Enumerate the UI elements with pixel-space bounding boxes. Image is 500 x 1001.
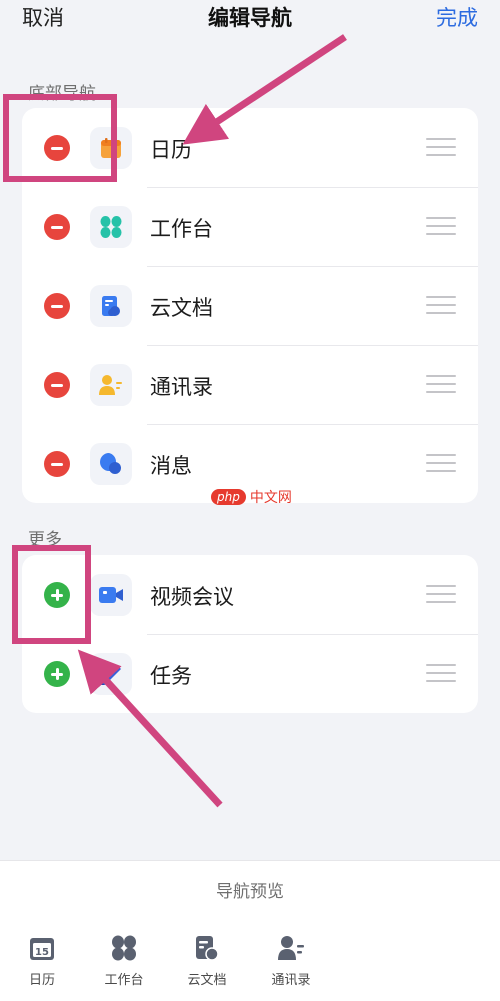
preview-tab-contacts[interactable]: 通讯录 (256, 933, 326, 988)
nav-item-contacts: 通讯录 (22, 345, 478, 424)
task-icon (90, 653, 132, 695)
preview-tab-label: 日历 (28, 973, 55, 988)
watermark: php 中文网 (211, 487, 292, 507)
page-title: 编辑导航 (208, 6, 292, 30)
preview-tab-label: 云文档 (187, 973, 227, 988)
nav-item-workbench: 工作台 (22, 187, 478, 266)
message-icon (90, 443, 132, 485)
preview-tab-label: 工作台 (104, 973, 144, 988)
remove-button[interactable] (44, 293, 70, 319)
nav-item-task: 任务 (22, 634, 478, 713)
calendar-icon: 15 (30, 938, 54, 960)
cloud-doc-icon (90, 285, 132, 327)
drag-handle-icon[interactable] (426, 217, 456, 235)
workbench-icon (90, 206, 132, 248)
drag-handle-icon[interactable] (426, 454, 456, 472)
remove-button[interactable] (44, 214, 70, 240)
bottom-nav-list: 日历 工作台 云文档 通讯录 消息 (22, 108, 478, 503)
preview-tab-calendar[interactable]: 15 日历 (7, 933, 77, 988)
contacts-icon (278, 936, 304, 960)
nav-item-video-meeting: 视频会议 (22, 555, 478, 634)
more-list: 视频会议 任务 (22, 555, 478, 713)
preview-title: 导航预览 (216, 882, 284, 902)
nav-item-label: 消息 (150, 454, 192, 478)
nav-item-label: 任务 (150, 664, 192, 688)
drag-handle-icon[interactable] (426, 138, 456, 156)
calendar-date: 15 (35, 947, 49, 958)
video-meeting-icon (90, 574, 132, 616)
preview-tab-label: 通讯录 (271, 973, 311, 988)
nav-item-label: 日历 (150, 138, 192, 162)
nav-item-label: 视频会议 (150, 585, 234, 609)
workbench-icon (112, 935, 136, 961)
add-button[interactable] (44, 661, 70, 687)
done-button[interactable]: 完成 (436, 2, 478, 32)
nav-item-label: 工作台 (150, 217, 213, 241)
preview-tab-cloud-doc[interactable]: 云文档 (172, 933, 242, 988)
watermark-badge: php (211, 489, 246, 505)
remove-button[interactable] (44, 372, 70, 398)
drag-handle-icon[interactable] (426, 375, 456, 393)
nav-item-calendar: 日历 (22, 108, 478, 187)
calendar-icon (90, 127, 132, 169)
watermark-text: 中文网 (249, 490, 292, 506)
remove-button[interactable] (44, 451, 70, 477)
nav-item-cloud-doc: 云文档 (22, 266, 478, 345)
nav-header: 取消 编辑导航 完成 (0, 0, 500, 34)
contacts-icon (90, 364, 132, 406)
section-label-bottom-nav: 底部导航 (28, 84, 96, 104)
remove-button[interactable] (44, 135, 70, 161)
preview-tab-workbench[interactable]: 工作台 (89, 933, 159, 988)
section-label-more: 更多 (28, 530, 62, 550)
drag-handle-icon[interactable] (426, 664, 456, 682)
add-button[interactable] (44, 582, 70, 608)
drag-handle-icon[interactable] (426, 585, 456, 603)
drag-handle-icon[interactable] (426, 296, 456, 314)
cloud-doc-icon (196, 936, 219, 961)
nav-item-label: 通讯录 (150, 375, 213, 399)
nav-item-label: 云文档 (150, 296, 213, 320)
navigation-preview: 导航预览 15 日历 工作台 云文档 通讯录 (0, 860, 500, 1001)
